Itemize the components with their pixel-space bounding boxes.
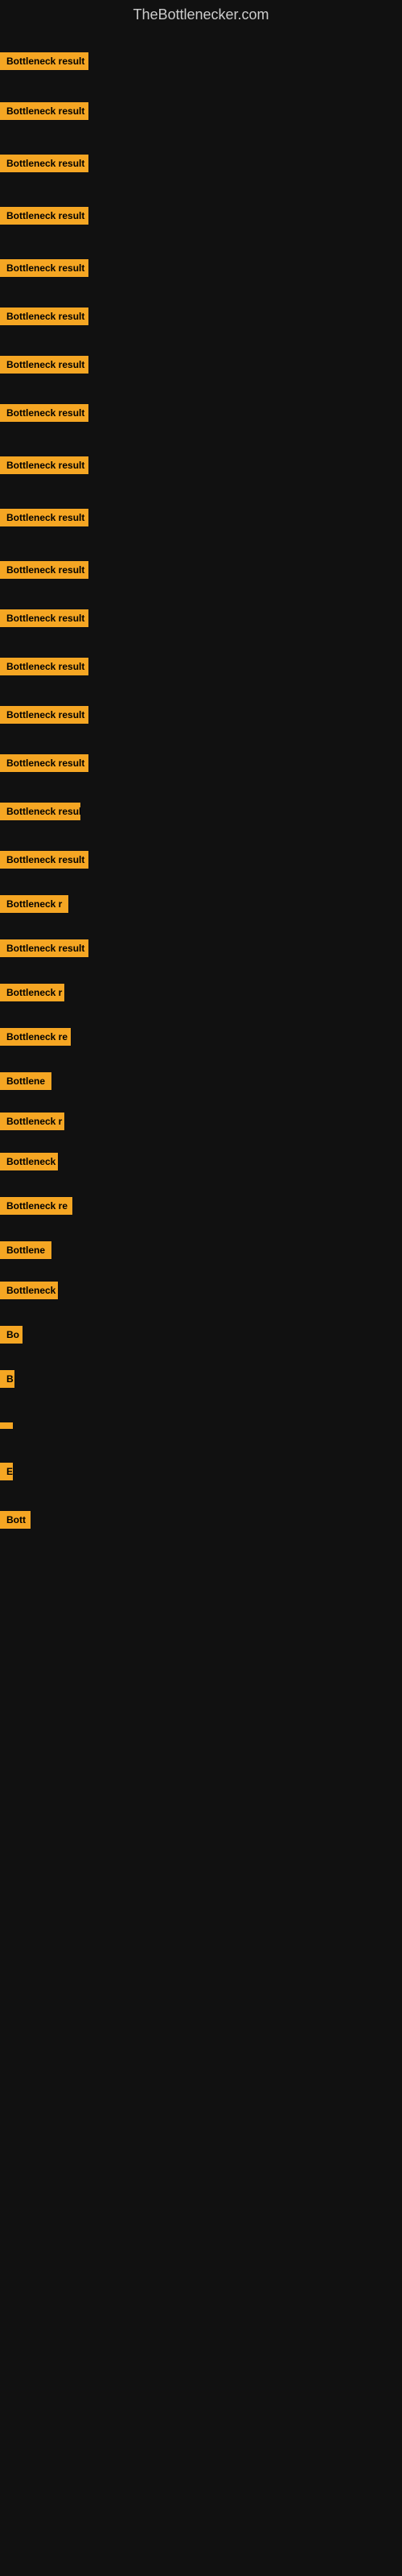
bottleneck-item-13[interactable]: Bottleneck result [0,658,88,679]
bottleneck-item-6[interactable]: Bottleneck result [0,308,88,329]
bottleneck-item-4[interactable]: Bottleneck result [0,207,88,229]
bottleneck-badge-31: E [0,1463,13,1480]
bottleneck-badge-17: Bottleneck result [0,851,88,869]
bottleneck-item-5[interactable]: Bottleneck result [0,259,88,281]
bottleneck-item-19[interactable]: Bottleneck result [0,939,88,961]
bottleneck-item-22[interactable]: Bottlene [0,1072,51,1094]
bottleneck-item-11[interactable]: Bottleneck result [0,561,88,583]
bottleneck-badge-20: Bottleneck r [0,984,64,1001]
bottleneck-item-17[interactable]: Bottleneck result [0,851,88,873]
bottleneck-item-12[interactable]: Bottleneck result [0,609,88,631]
bottleneck-item-10[interactable]: Bottleneck result [0,509,88,530]
bottleneck-badge-6: Bottleneck result [0,308,88,325]
bottleneck-badge-9: Bottleneck result [0,456,88,474]
bottleneck-badge-13: Bottleneck result [0,658,88,675]
bottleneck-item-29[interactable]: B [0,1370,14,1392]
bottleneck-badge-7: Bottleneck result [0,356,88,374]
bottleneck-badge-12: Bottleneck result [0,609,88,627]
bottleneck-item-27[interactable]: Bottleneck [0,1282,58,1303]
bottleneck-item-24[interactable]: Bottleneck [0,1153,58,1174]
bottleneck-badge-3: Bottleneck result [0,155,88,172]
bottleneck-badge-21: Bottleneck re [0,1028,71,1046]
bottleneck-badge-26: Bottlene [0,1241,51,1259]
bottleneck-badge-18: Bottleneck r [0,895,68,913]
bottleneck-item-32[interactable]: Bott [0,1511,31,1533]
bottleneck-badge-19: Bottleneck result [0,939,88,957]
bottleneck-badge-25: Bottleneck re [0,1197,72,1215]
bottleneck-badge-5: Bottleneck result [0,259,88,277]
bottleneck-item-15[interactable]: Bottleneck result [0,754,88,776]
bottleneck-badge-1: Bottleneck result [0,52,88,70]
bottleneck-item-31[interactable]: E [0,1463,13,1484]
bottleneck-item-9[interactable]: Bottleneck result [0,456,88,478]
bottleneck-item-1[interactable]: Bottleneck result [0,52,88,74]
bottleneck-item-21[interactable]: Bottleneck re [0,1028,71,1050]
bottleneck-badge-30 [0,1422,13,1429]
bottleneck-item-7[interactable]: Bottleneck result [0,356,88,378]
bottleneck-badge-24: Bottleneck [0,1153,58,1170]
bottleneck-item-18[interactable]: Bottleneck r [0,895,68,917]
bottleneck-badge-14: Bottleneck result [0,706,88,724]
bottleneck-item-20[interactable]: Bottleneck r [0,984,64,1005]
bottleneck-badge-10: Bottleneck result [0,509,88,526]
bottleneck-badge-27: Bottleneck [0,1282,58,1299]
bottleneck-badge-2: Bottleneck result [0,102,88,120]
bottleneck-badge-23: Bottleneck r [0,1113,64,1130]
bottleneck-badge-22: Bottlene [0,1072,51,1090]
bottleneck-item-8[interactable]: Bottleneck result [0,404,88,426]
bottleneck-item-26[interactable]: Bottlene [0,1241,51,1263]
bottleneck-badge-32: Bott [0,1511,31,1529]
bottleneck-badge-28: Bo [0,1326,23,1344]
bottleneck-badge-8: Bottleneck result [0,404,88,422]
bottleneck-item-2[interactable]: Bottleneck result [0,102,88,124]
bottleneck-item-14[interactable]: Bottleneck result [0,706,88,728]
bottleneck-badge-15: Bottleneck result [0,754,88,772]
bottleneck-badge-29: B [0,1370,14,1388]
site-title: TheBottlenecker.com [0,0,402,30]
bottleneck-item-30[interactable] [0,1418,13,1433]
bottleneck-item-25[interactable]: Bottleneck re [0,1197,72,1219]
bottleneck-item-23[interactable]: Bottleneck r [0,1113,64,1134]
bottleneck-item-16[interactable]: Bottleneck result [0,803,80,824]
bottleneck-badge-4: Bottleneck result [0,207,88,225]
bottleneck-item-3[interactable]: Bottleneck result [0,155,88,176]
bottleneck-item-28[interactable]: Bo [0,1326,23,1348]
bottleneck-badge-11: Bottleneck result [0,561,88,579]
bottleneck-badge-16: Bottleneck result [0,803,80,820]
